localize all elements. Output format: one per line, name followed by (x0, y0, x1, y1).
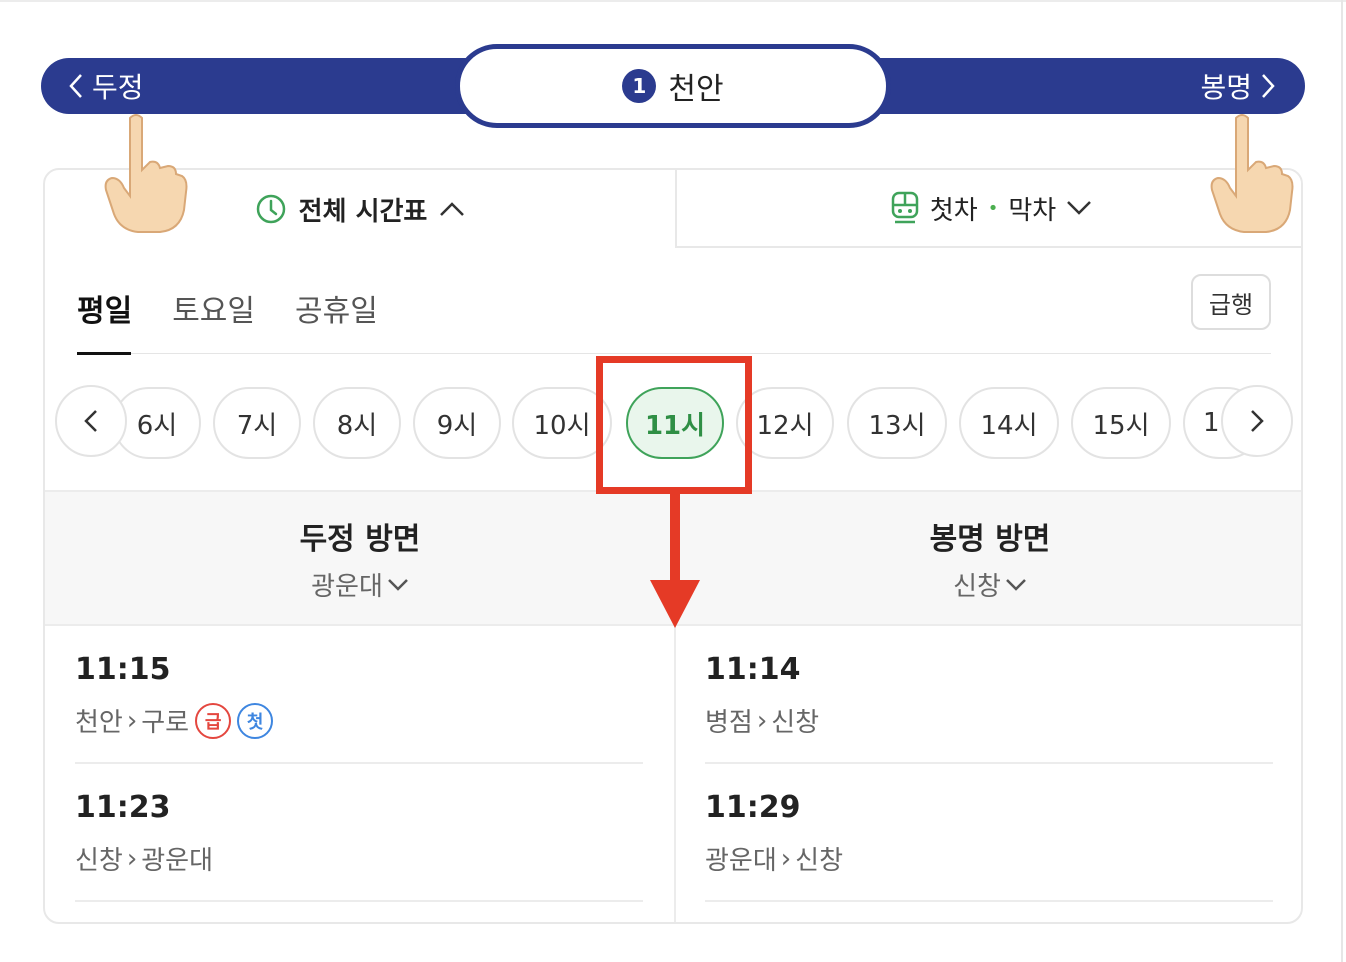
first-train-badge: 첫 (237, 702, 274, 739)
chevron-right-icon (1262, 74, 1275, 98)
direction-right-title: 봉명 방면 (929, 522, 1051, 557)
line-number-badge: 1 (622, 69, 657, 103)
departure-time: 11:14 (705, 652, 801, 687)
route-origin: 광운대 (705, 846, 777, 876)
hour-pill-9[interactable]: 9시 (413, 387, 501, 459)
chevron-right-icon (1251, 410, 1264, 432)
route-arrow-icon: › (756, 705, 768, 736)
current-station: 1 천안 (455, 44, 891, 128)
hour-prev-button[interactable] (55, 385, 127, 457)
train-icon (891, 191, 919, 224)
route-destination: 광운대 (141, 846, 214, 876)
direction-left-title: 두정 방면 (299, 522, 421, 557)
express-badge: 급 (195, 702, 232, 739)
day-tabs-divider (77, 353, 1271, 354)
clock-icon (256, 194, 285, 224)
departure-time: 11:15 (75, 652, 171, 687)
departure-route: 병점 › 신창 (705, 702, 819, 739)
day-type-tabs: 평일 토요일 공휴일 (77, 270, 378, 356)
direction-right-via-dropdown[interactable]: 신창 (953, 566, 1027, 603)
route-origin: 천안 (75, 708, 123, 738)
departure-row[interactable]: 11:14 병점 › 신창 (705, 626, 1273, 764)
hour-pill-8[interactable]: 8시 (313, 387, 401, 459)
route-destination: 신창 (795, 846, 844, 876)
hour-next-button[interactable] (1221, 385, 1293, 457)
route-origin: 신창 (75, 846, 123, 876)
chevron-left-icon (69, 74, 82, 98)
route-origin: 병점 (705, 708, 753, 738)
chevron-down-icon (387, 578, 408, 591)
tab-full-timetable-label: 전체 시간표 (298, 196, 428, 227)
chevron-down-icon (1067, 201, 1092, 215)
last-train-label: 막차 (1008, 195, 1057, 226)
direction-left-via-dropdown[interactable]: 광운대 (311, 566, 409, 603)
selected-hour-highlight (596, 356, 752, 494)
first-train-label: 첫차 (929, 195, 978, 226)
express-filter-button[interactable]: 급행 (1191, 274, 1271, 330)
hour-pill-14[interactable]: 14시 (959, 387, 1059, 459)
route-arrow-icon: › (126, 705, 138, 736)
departure-row[interactable]: 11:23 신창 › 광운대 (75, 764, 643, 902)
label-separator: • (987, 197, 999, 219)
departure-route: 신창 › 광운대 (75, 840, 213, 877)
frame-right-line (1341, 0, 1343, 962)
departure-route: 천안 › 구로 급 첫 (75, 702, 274, 739)
departure-time: 11:29 (705, 790, 801, 825)
route-arrow-icon: › (780, 843, 792, 874)
departure-row[interactable]: 11:15 천안 › 구로 급 첫 (75, 626, 643, 764)
annotation-arrow-icon (650, 494, 700, 628)
departure-row[interactable]: 11:29 광운대 › 신창 (705, 764, 1273, 902)
active-tab-indicator (77, 352, 131, 355)
chevron-left-icon (84, 410, 97, 432)
route-arrow-icon: › (126, 843, 138, 874)
prev-station-button[interactable]: 두정 (68, 58, 144, 114)
frame-top-line (0, 0, 1346, 2)
departure-route: 광운대 › 신창 (705, 840, 843, 877)
route-destination: 구로 (141, 708, 190, 738)
next-station-label: 봉명 (1200, 71, 1252, 104)
departure-time: 11:23 (75, 790, 171, 825)
next-station-button[interactable]: 봉명 (1200, 58, 1276, 114)
pointing-hand-icon (1210, 114, 1294, 233)
prev-station-label: 두정 (92, 71, 144, 104)
view-tab-header: 전체 시간표 첫차 • 막차 (45, 170, 1301, 248)
chevron-down-icon (1006, 578, 1026, 591)
direction-right: 봉명 방면 신창 (675, 514, 1301, 603)
hour-pill-7[interactable]: 7시 (213, 387, 301, 459)
direction-left-via-label: 광운대 (311, 572, 383, 602)
direction-right-via-label: 신창 (953, 572, 1001, 602)
hour-pill-15[interactable]: 15시 (1071, 387, 1171, 459)
hour-pill-13[interactable]: 13시 (847, 387, 947, 459)
tab-weekday[interactable]: 평일 (77, 270, 132, 356)
pointing-hand-icon (104, 114, 188, 233)
column-divider (674, 626, 676, 922)
direction-left: 두정 방면 광운대 (45, 514, 675, 603)
tab-saturday[interactable]: 토요일 (172, 270, 255, 356)
route-destination: 신창 (771, 708, 820, 738)
current-station-name: 천안 (668, 72, 724, 107)
tab-holiday[interactable]: 공휴일 (295, 270, 378, 356)
chevron-up-icon (440, 202, 465, 216)
